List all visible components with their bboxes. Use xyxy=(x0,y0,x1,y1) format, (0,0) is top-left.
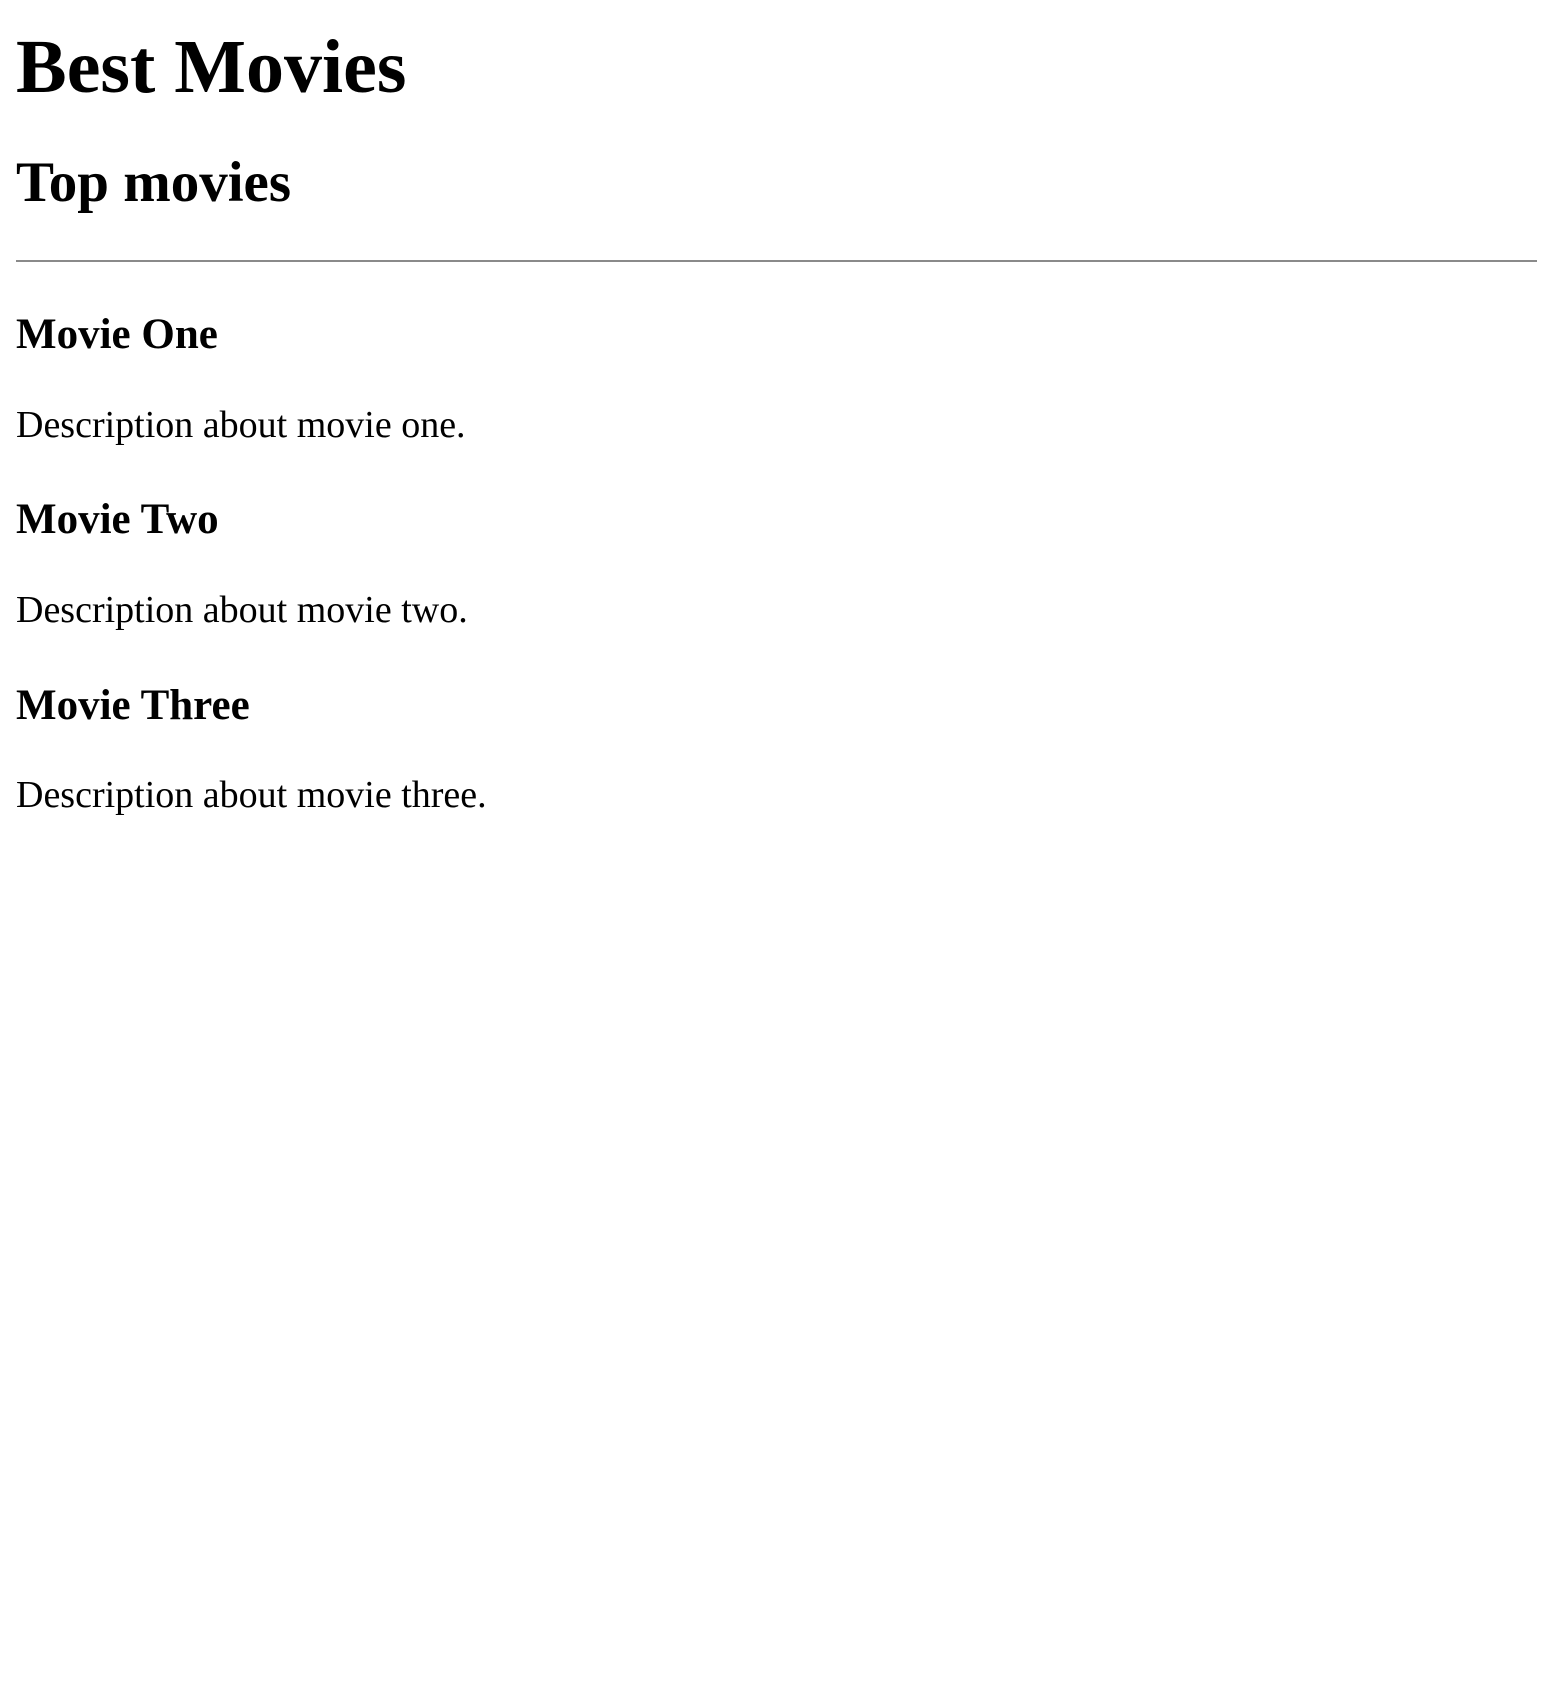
movie-description: Description about movie one. xyxy=(16,403,466,446)
movie-title: Movie One xyxy=(16,311,218,359)
site-title: Best Movies xyxy=(16,25,407,109)
page: Best Movies Top movies Movie One Descrip… xyxy=(0,0,1553,1697)
divider xyxy=(16,260,1537,263)
movie-description: Description about movie two. xyxy=(16,588,468,631)
movie-description: Description about movie three. xyxy=(16,773,487,816)
section-title: Top movies xyxy=(16,150,292,214)
movie-list: Movie One Description about movie one. M… xyxy=(16,310,1537,817)
movie-title: Movie Three xyxy=(16,681,250,729)
movie-title: Movie Two xyxy=(16,496,219,544)
